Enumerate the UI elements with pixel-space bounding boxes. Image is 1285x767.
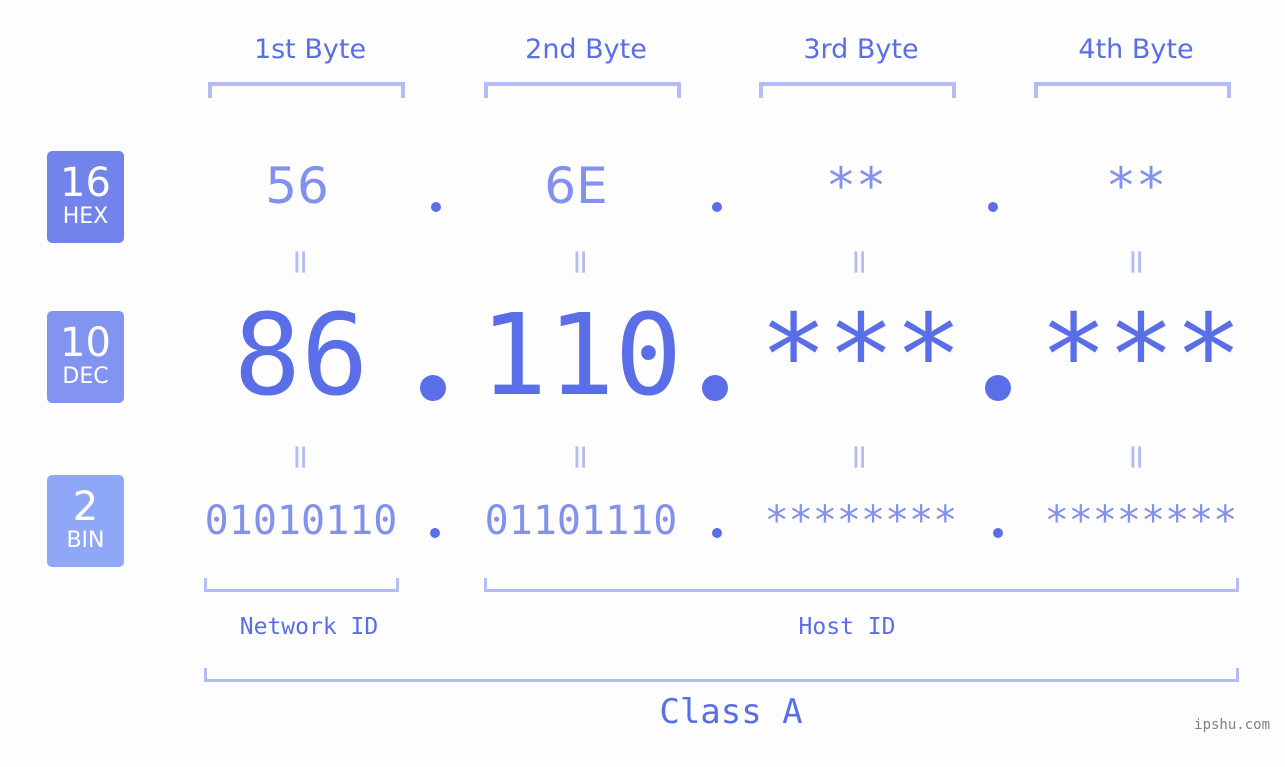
equals-icon: =: [280, 247, 320, 277]
class-label: Class A: [659, 692, 803, 732]
network-id-label: Network ID: [239, 614, 379, 640]
equals-icon: =: [1116, 247, 1156, 277]
dec-separator-dot: [702, 375, 728, 401]
class-bracket: [204, 668, 1239, 682]
byte-header-4: 4th Byte: [1078, 34, 1194, 65]
hex-base-number: 16: [60, 160, 111, 206]
byte-header-3: 3rd Byte: [803, 34, 919, 65]
bin-value-3: ********: [764, 498, 958, 544]
byte-bracket-2: [484, 82, 681, 98]
byte-header-1: 1st Byte: [253, 34, 367, 65]
hex-separator-dot: [712, 202, 722, 212]
bin-separator-dot: [430, 528, 440, 538]
bin-value-4: ********: [1044, 498, 1238, 544]
byte-bracket-1: [208, 82, 405, 98]
bin-value-2: 01101110: [484, 498, 678, 544]
bin-badge: 2 BIN: [47, 475, 124, 567]
hex-value-1: 56: [265, 157, 329, 215]
hex-value-2: 6E: [544, 157, 608, 215]
dec-badge: 10 DEC: [47, 311, 124, 403]
bin-separator-dot: [993, 528, 1003, 538]
network-id-bracket: [204, 578, 399, 592]
dec-value-3: ***: [759, 291, 963, 421]
bin-base-label: BIN: [66, 528, 105, 553]
equals-icon: =: [1116, 442, 1156, 472]
hex-base-label: HEX: [62, 204, 109, 229]
hex-value-3: **: [825, 157, 887, 215]
host-id-label: Host ID: [798, 614, 896, 640]
bin-value-1: 01010110: [204, 498, 398, 544]
bin-base-number: 2: [72, 484, 99, 530]
hex-separator-dot: [431, 202, 441, 212]
hex-value-4: **: [1105, 157, 1167, 215]
dec-value-4: ***: [1039, 291, 1243, 421]
dec-value-2: 110: [479, 291, 683, 421]
hex-badge: 16 HEX: [47, 151, 124, 243]
dec-base-number: 10: [60, 320, 111, 366]
equals-icon: =: [560, 442, 600, 472]
byte-header-2: 2nd Byte: [525, 34, 647, 65]
equals-icon: =: [280, 442, 320, 472]
equals-icon: =: [839, 442, 879, 472]
watermark: ipshu.com: [1194, 717, 1270, 733]
bin-separator-dot: [712, 528, 722, 538]
hex-separator-dot: [988, 202, 998, 212]
host-id-bracket: [484, 578, 1239, 592]
dec-separator-dot: [420, 375, 446, 401]
dec-value-1: 86: [233, 291, 369, 421]
dec-base-label: DEC: [62, 364, 109, 389]
dec-separator-dot: [985, 375, 1011, 401]
byte-bracket-4: [1034, 82, 1231, 98]
byte-bracket-3: [759, 82, 956, 98]
equals-icon: =: [839, 247, 879, 277]
equals-icon: =: [560, 247, 600, 277]
